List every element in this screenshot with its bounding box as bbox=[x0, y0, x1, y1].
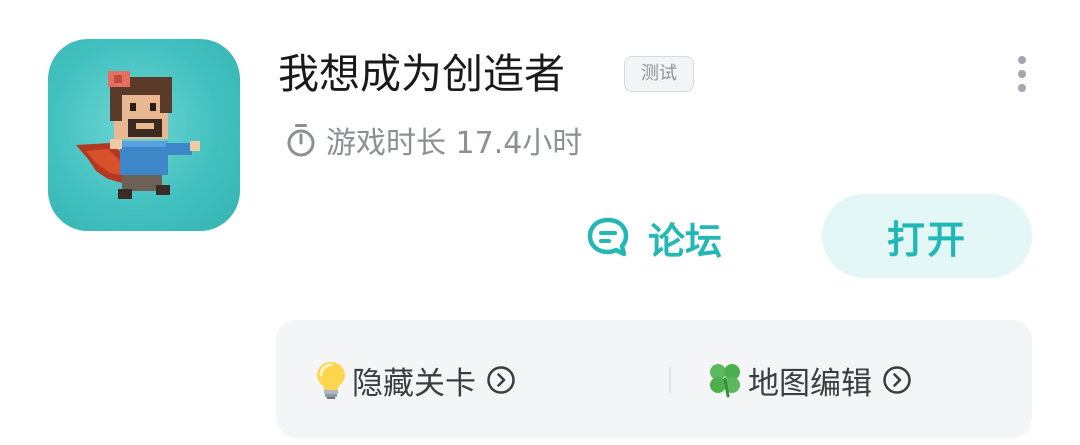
chat-bubble-icon bbox=[587, 217, 629, 257]
feature-hidden-levels[interactable]: 隐藏关卡 bbox=[314, 356, 516, 404]
feature-divider bbox=[669, 366, 671, 394]
feature-label: 地图编辑 bbox=[748, 365, 872, 402]
more-options-icon[interactable] bbox=[1012, 56, 1032, 92]
app-title: 我想成为创造者 bbox=[278, 50, 565, 98]
clover-icon bbox=[706, 360, 744, 400]
timer-icon bbox=[287, 124, 315, 157]
pixel-hero-icon bbox=[76, 71, 200, 199]
chevron-right-circle-icon bbox=[486, 365, 516, 395]
open-button[interactable]: 打开 bbox=[822, 194, 1032, 278]
lightbulb-icon bbox=[314, 360, 348, 400]
feature-map-editor[interactable]: 地图编辑 bbox=[706, 356, 912, 404]
playtime-row: 游戏时长 17.4小时 bbox=[284, 118, 582, 162]
forum-button[interactable]: 论坛 bbox=[584, 210, 722, 266]
chevron-right-circle-icon bbox=[882, 365, 912, 395]
playtime-label: 游戏时长 17.4小时 bbox=[326, 126, 583, 161]
feature-label: 隐藏关卡 bbox=[352, 365, 476, 402]
forum-label: 论坛 bbox=[648, 220, 722, 263]
app-icon[interactable] bbox=[48, 39, 240, 231]
test-badge: 测试 bbox=[624, 56, 694, 92]
